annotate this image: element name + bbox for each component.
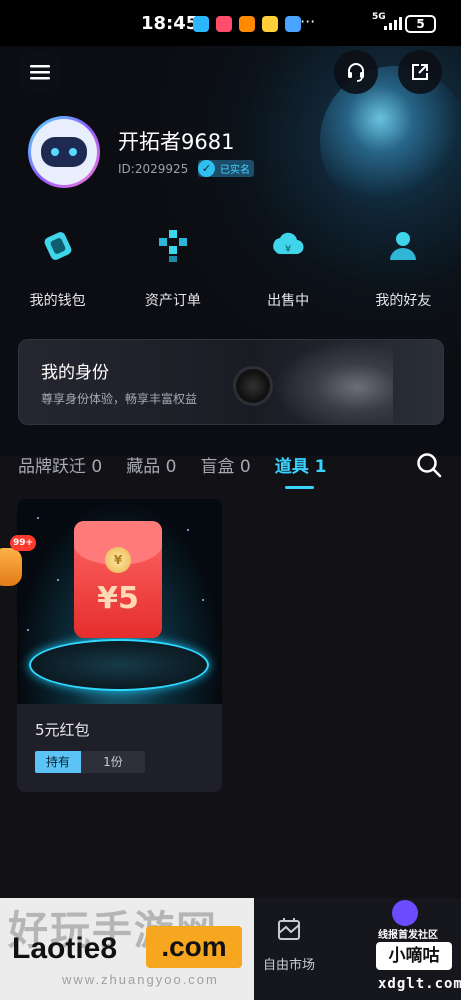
user-id: ID:2029925 — [118, 162, 189, 176]
floating-mascot[interactable] — [0, 548, 22, 586]
holding-info: 持有 1份 — [35, 751, 145, 773]
holding-label: 持有 — [35, 751, 81, 773]
check-icon: ✓ — [198, 160, 215, 177]
app-notification-icon — [193, 16, 209, 32]
on-sale-icon: ¥ — [268, 226, 308, 266]
avatar[interactable] — [28, 116, 100, 188]
nav-free-market[interactable]: 自由市场 — [258, 916, 320, 973]
quick-action-asset-orders[interactable]: 资产订单 — [115, 226, 230, 310]
red-packet-icon: ¥ ¥5 — [74, 521, 162, 638]
notification-badge: 99+ — [10, 535, 36, 551]
external-link-icon — [412, 64, 428, 80]
tab-blind-box[interactable]: 盲盒 0 — [200, 452, 250, 477]
tab-brand-transfer[interactable]: 品牌跃迁 0 — [18, 452, 102, 477]
asset-order-icon — [153, 226, 193, 266]
customer-service-button[interactable] — [334, 50, 378, 94]
identity-subtitle: 尊享身份体验，畅享丰富权益 — [41, 392, 198, 406]
display-platform — [29, 639, 209, 691]
username: 开拓者9681 — [118, 130, 235, 154]
svg-text:¥: ¥ — [285, 244, 291, 255]
tab-props[interactable]: 道具 1 — [275, 452, 326, 489]
battery-icon: 5 — [405, 15, 436, 33]
quick-action-wallet[interactable]: 我的钱包 — [0, 226, 115, 310]
verified-badge: ✓ 已实名 — [198, 160, 254, 177]
watermark: 好玩手游网 Laotie8 .com www.zhuangyoo.com — [0, 898, 254, 1000]
app-notification-icon — [216, 16, 232, 32]
menu-button[interactable] — [18, 50, 62, 94]
robot-avatar-icon — [41, 137, 87, 167]
clock: 18:45 — [141, 13, 199, 34]
more-notifications: ··· — [300, 12, 316, 31]
asset-tabs: 品牌跃迁 0 藏品 0 盲盒 0 道具 1 — [18, 452, 326, 489]
search-icon[interactable] — [416, 452, 442, 478]
tab-collectibles[interactable]: 藏品 0 — [126, 452, 176, 477]
hamburger-icon — [30, 65, 50, 80]
quick-actions: 我的钱包 资产订单 ¥ 出售中 我的好友 — [0, 226, 461, 310]
identity-title: 我的身份 — [41, 363, 109, 383]
watermark-xdglt: 线报首发社区 小嘀咕 xdglt.com — [372, 898, 461, 1000]
market-icon — [278, 918, 300, 940]
share-button[interactable] — [398, 50, 442, 94]
camera-lens-graphic — [233, 366, 273, 406]
notification-icons — [193, 16, 301, 32]
quick-action-on-sale[interactable]: ¥ 出售中 — [231, 226, 346, 310]
signal-icon — [384, 16, 402, 30]
quick-action-friends[interactable]: 我的好友 — [346, 226, 461, 310]
status-bar: 18:45 ··· 5G 5 — [0, 0, 461, 46]
app-notification-icon — [285, 16, 301, 32]
app-notification-icon — [262, 16, 278, 32]
wallet-icon — [38, 226, 78, 266]
identity-banner[interactable]: 我的身份 尊享身份体验，畅享丰富权益 — [18, 339, 444, 425]
item-image: ¥ ¥5 — [17, 499, 222, 704]
face-graphic — [273, 340, 393, 424]
ghost-logo-icon — [392, 900, 418, 926]
item-name: 5元红包 — [35, 721, 90, 739]
app-notification-icon — [239, 16, 255, 32]
item-card[interactable]: ¥ ¥5 5元红包 持有 1份 — [17, 499, 222, 792]
friends-icon — [383, 226, 423, 266]
headset-icon — [348, 63, 364, 82]
holding-count: 1份 — [81, 751, 145, 773]
